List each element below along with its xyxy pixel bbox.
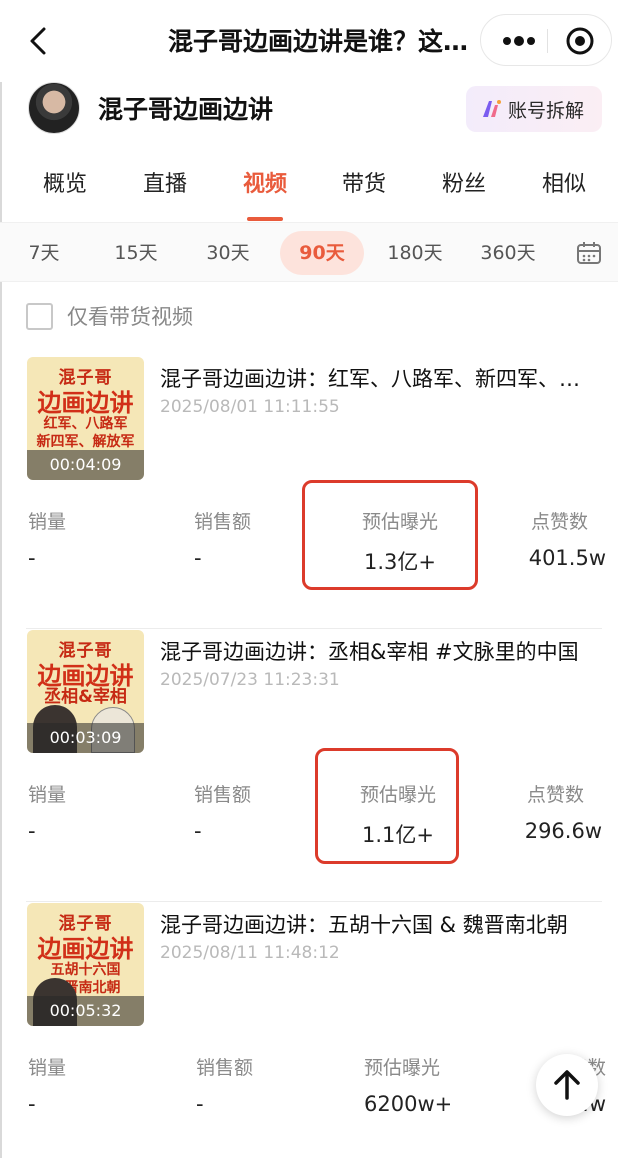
top-nav-bar: 混子哥边画边讲是谁？这… bbox=[0, 0, 618, 82]
goods-video-filter[interactable]: 仅看带货视频 bbox=[26, 301, 193, 331]
metric-sales: 销量 - bbox=[28, 1053, 158, 1116]
video-date: 2025/07/23 11:23:31 bbox=[160, 670, 340, 690]
metric-value: - bbox=[196, 1092, 204, 1116]
card-divider bbox=[26, 901, 602, 902]
exposure-highlight-box bbox=[302, 480, 478, 590]
ai-logo-icon bbox=[483, 100, 501, 117]
period-360d[interactable]: 360天 bbox=[472, 231, 544, 275]
goods-only-label: 仅看带货视频 bbox=[67, 305, 193, 329]
tab-bar: 概览 直播 视频 带货 粉丝 相似 bbox=[0, 160, 618, 222]
account-header: 混子哥边画边讲 账号拆解 bbox=[0, 82, 618, 142]
more-dots-icon[interactable] bbox=[499, 29, 539, 53]
calendar-icon[interactable] bbox=[576, 241, 602, 265]
metric-likes: 点赞数 401.5w bbox=[506, 507, 606, 570]
video-card[interactable]: 混子哥 边画边讲 丞相&宰相 00:03:09 混子哥边画边讲：丞相&宰相 #文… bbox=[0, 630, 618, 902]
metric-label: 预估曝光 bbox=[364, 1057, 441, 1079]
metric-label: 销量 bbox=[28, 1057, 67, 1079]
target-circle-icon[interactable] bbox=[565, 26, 595, 56]
mini-program-capsule bbox=[480, 14, 612, 66]
metric-label: 销量 bbox=[28, 511, 67, 533]
thumbnail-caption-main: 边画边讲 bbox=[37, 662, 134, 690]
metric-exposure: 预估曝光 6200w+ bbox=[364, 1053, 494, 1116]
back-to-top-button[interactable] bbox=[536, 1054, 598, 1116]
page-title: 混子哥边画边讲是谁？这… bbox=[168, 27, 468, 56]
video-duration: 00:04:09 bbox=[27, 450, 144, 480]
period-7d[interactable]: 7天 bbox=[14, 231, 74, 275]
video-duration: 00:03:09 bbox=[27, 723, 144, 753]
period-90d[interactable]: 90天 bbox=[280, 231, 364, 275]
metric-label: 销售额 bbox=[194, 784, 252, 806]
video-card[interactable]: 混子哥 边画边讲 五胡十六国 魏晋南北朝 00:05:32 混子哥边画边讲：五胡… bbox=[0, 903, 618, 1158]
metric-value: 296.6w bbox=[524, 819, 602, 843]
metric-sales: 销量 - bbox=[28, 507, 158, 570]
metric-value: - bbox=[28, 1092, 36, 1116]
goods-only-checkbox[interactable] bbox=[26, 302, 53, 330]
video-title[interactable]: 混子哥边画边讲：五胡十六国 & 魏晋南北朝 bbox=[160, 909, 600, 939]
period-180d[interactable]: 180天 bbox=[380, 231, 450, 275]
video-date: 2025/08/11 11:48:12 bbox=[160, 943, 340, 963]
metric-label: 销量 bbox=[28, 784, 67, 806]
metric-value: 401.5w bbox=[528, 546, 606, 570]
tab-fans[interactable]: 粉丝 bbox=[429, 166, 499, 198]
video-duration: 00:05:32 bbox=[27, 996, 144, 1026]
card-divider bbox=[26, 628, 602, 629]
capsule-divider bbox=[547, 29, 548, 53]
thumbnail-caption-main: 边画边讲 bbox=[37, 935, 134, 963]
tab-similar[interactable]: 相似 bbox=[529, 166, 599, 198]
back-chevron-icon bbox=[30, 27, 46, 55]
video-card[interactable]: 混子哥 边画边讲 红军、八路军 新四军、解放军 00:04:09 混子哥边画边讲… bbox=[0, 357, 618, 629]
metric-value: - bbox=[194, 819, 202, 843]
period-30d[interactable]: 30天 bbox=[196, 231, 260, 275]
tab-video[interactable]: 视频 bbox=[230, 166, 300, 198]
metric-likes: 点赞数 296.6w bbox=[502, 780, 602, 843]
thumbnail-caption-sub: 丞相&宰相 bbox=[44, 687, 127, 707]
arrow-up-icon bbox=[554, 1070, 580, 1100]
period-15d[interactable]: 15天 bbox=[104, 231, 168, 275]
video-date: 2025/08/01 11:11:55 bbox=[160, 397, 340, 417]
back-button[interactable] bbox=[22, 24, 56, 58]
period-filter-bar: 7天 15天 30天 90天 180天 360天 bbox=[0, 222, 618, 282]
metric-revenue: 销售额 - bbox=[194, 780, 324, 843]
avatar[interactable] bbox=[28, 82, 80, 134]
account-name: 混子哥边画边讲 bbox=[98, 95, 274, 124]
metric-value: - bbox=[28, 546, 36, 570]
active-tab-indicator bbox=[247, 217, 283, 221]
exposure-highlight-box bbox=[315, 748, 459, 864]
thumbnail-caption-sub: 红军、八路军 新四军、解放军 bbox=[36, 416, 135, 450]
tab-live[interactable]: 直播 bbox=[130, 166, 200, 198]
metric-label: 点赞数 bbox=[530, 511, 588, 533]
tab-goods[interactable]: 带货 bbox=[329, 166, 399, 198]
video-thumbnail[interactable]: 混子哥 边画边讲 五胡十六国 魏晋南北朝 00:05:32 bbox=[27, 903, 144, 1026]
video-title[interactable]: 混子哥边画边讲：红军、八路军、新四军、解放军 bbox=[160, 363, 600, 393]
thumbnail-caption-main: 边画边讲 bbox=[37, 389, 134, 417]
account-disassemble-label: 账号拆解 bbox=[508, 99, 585, 122]
metric-value: - bbox=[28, 819, 36, 843]
video-thumbnail[interactable]: 混子哥 边画边讲 红军、八路军 新四军、解放军 00:04:09 bbox=[27, 357, 144, 480]
metric-label: 点赞数 bbox=[526, 784, 584, 806]
video-thumbnail[interactable]: 混子哥 边画边讲 丞相&宰相 00:03:09 bbox=[27, 630, 144, 753]
metric-sales: 销量 - bbox=[28, 780, 158, 843]
metric-value: 6200w+ bbox=[364, 1092, 453, 1116]
metric-label: 销售额 bbox=[196, 1057, 254, 1079]
tab-overview[interactable]: 概览 bbox=[30, 166, 100, 198]
video-title[interactable]: 混子哥边画边讲：丞相&宰相 #文脉里的中国 bbox=[160, 636, 600, 666]
metric-revenue: 销售额 - bbox=[196, 1053, 326, 1116]
account-disassemble-button[interactable]: 账号拆解 bbox=[466, 86, 602, 132]
